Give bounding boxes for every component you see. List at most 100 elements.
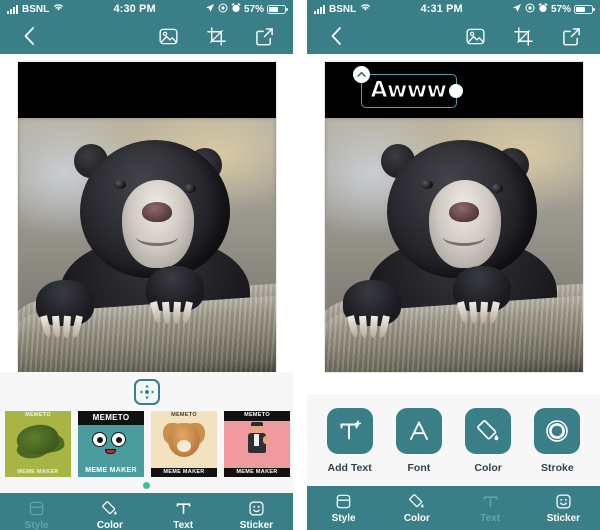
text-tools-row: Add Text Font Color Stroke bbox=[307, 394, 600, 486]
nav-item-text[interactable]: Text bbox=[147, 493, 220, 530]
meme-canvas-left[interactable] bbox=[17, 62, 276, 372]
app-bar-right bbox=[307, 18, 600, 54]
template-carousel[interactable]: MEMETO MEME MAKER MEMETO MEME MAKER MEME… bbox=[0, 411, 293, 477]
carrier-label: BSNL bbox=[329, 3, 357, 15]
template-bottom-caption: MEME MAKER bbox=[85, 467, 137, 474]
bear-muzzle bbox=[428, 180, 501, 268]
nav-label: Text bbox=[173, 519, 194, 530]
bear-mouth bbox=[442, 228, 485, 246]
bear-eye-left bbox=[420, 180, 433, 189]
paint-bucket-icon bbox=[465, 408, 512, 454]
stroke-ring-icon bbox=[534, 408, 581, 454]
bear-paw-right bbox=[452, 266, 511, 325]
battery-icon bbox=[574, 4, 595, 14]
canvas-area-left[interactable] bbox=[0, 54, 293, 372]
nav-item-style[interactable]: Style bbox=[307, 486, 380, 530]
template-top-caption: MEMETO bbox=[78, 411, 144, 425]
share-icon[interactable] bbox=[556, 23, 586, 49]
nav-item-sticker[interactable]: Sticker bbox=[220, 493, 293, 530]
phone-left: BSNL 4:30 PM 57% MEMETO MEME MAKER MEMET… bbox=[0, 0, 293, 530]
nav-label: Sticker bbox=[239, 519, 274, 530]
nav-label: Sticker bbox=[546, 512, 581, 524]
suit-man-art bbox=[247, 421, 269, 456]
reposition-icon[interactable] bbox=[133, 379, 160, 405]
template-top-caption: MEMETO bbox=[25, 412, 51, 418]
crop-icon[interactable] bbox=[508, 23, 538, 49]
bear-mouth bbox=[135, 228, 178, 246]
tool-add-text[interactable]: Add Text bbox=[320, 408, 380, 474]
nav-item-text[interactable]: Text bbox=[454, 486, 527, 530]
template-bottom-caption: MEME MAKER bbox=[224, 467, 290, 477]
screen-record-icon bbox=[218, 3, 228, 16]
tool-stroke[interactable]: Stroke bbox=[527, 408, 587, 474]
carrier-label: BSNL bbox=[22, 3, 50, 15]
caption-band-top[interactable] bbox=[17, 62, 276, 118]
status-time-right: 4:31 PM bbox=[420, 3, 463, 15]
font-a-icon bbox=[395, 408, 442, 454]
bear-nose bbox=[141, 202, 172, 222]
meme-photo bbox=[324, 118, 583, 372]
template-thumb[interactable]: MEMETO MEME MAKER bbox=[224, 411, 290, 477]
signal-bars-icon bbox=[7, 4, 18, 14]
template-thumb-selected[interactable]: MEMETO MEME MAKER bbox=[78, 411, 144, 477]
template-art bbox=[78, 425, 144, 464]
resize-handle-icon[interactable] bbox=[448, 84, 463, 98]
bear-paw-left bbox=[342, 280, 401, 339]
tool-font[interactable]: Font bbox=[389, 408, 449, 474]
photo-icon[interactable] bbox=[460, 23, 490, 49]
meme-photo bbox=[17, 118, 276, 372]
alarm-clock-icon bbox=[231, 2, 241, 16]
location-arrow-icon bbox=[205, 3, 215, 16]
wifi-icon bbox=[53, 3, 64, 15]
nav-item-color[interactable]: Color bbox=[380, 486, 453, 530]
share-icon[interactable] bbox=[249, 23, 279, 49]
nav-label: Style bbox=[331, 512, 356, 524]
tool-label: Font bbox=[407, 462, 431, 474]
back-chevron-icon[interactable] bbox=[321, 23, 351, 49]
template-bottom-caption: MEME MAKER bbox=[17, 468, 59, 475]
style-panel: MEMETO MEME MAKER MEMETO MEME MAKER MEME… bbox=[0, 372, 293, 493]
page-indicator bbox=[0, 477, 293, 489]
phone-right: BSNL 4:31 PM 57% Awww Add Text Font Colo… bbox=[307, 0, 600, 530]
status-right-group: 57% bbox=[205, 2, 288, 16]
figure-shirt bbox=[254, 433, 259, 446]
status-right-group: 57% bbox=[512, 2, 595, 16]
cartoon-face-art bbox=[89, 428, 133, 458]
text-overlay-box[interactable]: Awww bbox=[352, 66, 463, 108]
template-art bbox=[5, 420, 71, 468]
battery-percent-label: 57% bbox=[243, 3, 264, 15]
meme-canvas-right[interactable]: Awww bbox=[324, 62, 583, 372]
page-dot-active[interactable] bbox=[143, 482, 150, 489]
status-bar-left: BSNL 4:30 PM 57% bbox=[0, 0, 293, 18]
nav-item-color[interactable]: Color bbox=[73, 493, 146, 530]
screenshot-stage: BSNL 4:30 PM 57% MEMETO MEME MAKER MEMET… bbox=[0, 0, 600, 530]
frog-art bbox=[14, 420, 62, 459]
bear-paw-right bbox=[145, 266, 204, 325]
wifi-icon bbox=[360, 3, 371, 15]
bear-paw-left bbox=[35, 280, 94, 339]
move-button-row bbox=[0, 377, 293, 411]
tool-color[interactable]: Color bbox=[458, 408, 518, 474]
collapse-handle-icon[interactable] bbox=[352, 66, 370, 83]
status-left-group: BSNL bbox=[7, 3, 64, 15]
bear-eye-left bbox=[113, 180, 126, 189]
screen-record-icon bbox=[525, 3, 535, 16]
nav-item-sticker[interactable]: Sticker bbox=[527, 486, 600, 530]
canvas-area-right[interactable]: Awww bbox=[307, 54, 600, 394]
nav-label: Color bbox=[403, 512, 430, 524]
back-chevron-icon[interactable] bbox=[14, 23, 44, 49]
template-art bbox=[224, 421, 290, 468]
nav-label: Text bbox=[480, 512, 501, 524]
nav-item-style[interactable]: Style bbox=[0, 493, 73, 530]
template-top-caption: MEMETO bbox=[224, 411, 290, 421]
template-bottom-caption: MEME MAKER bbox=[151, 467, 217, 477]
photo-icon[interactable] bbox=[153, 23, 183, 49]
tool-label: Stroke bbox=[541, 462, 574, 474]
template-thumb[interactable]: MEMETO MEME MAKER bbox=[5, 411, 71, 477]
bottom-nav-left: Style Color Text Sticker bbox=[0, 493, 293, 530]
overlay-text[interactable]: Awww bbox=[370, 79, 448, 102]
location-arrow-icon bbox=[512, 3, 522, 16]
template-thumb[interactable]: MEMETO MEME MAKER bbox=[151, 411, 217, 477]
crop-icon[interactable] bbox=[201, 23, 231, 49]
bear-eye-right bbox=[183, 184, 196, 193]
